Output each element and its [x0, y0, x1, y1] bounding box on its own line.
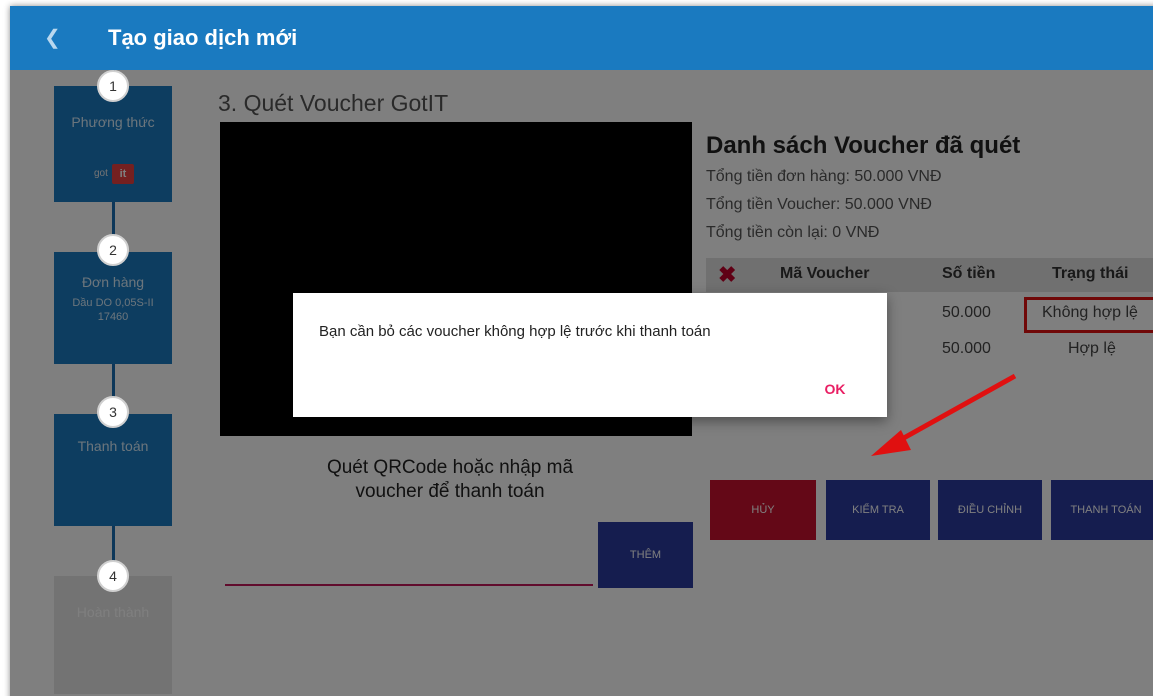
ok-button[interactable]: OK [813, 375, 857, 403]
app-bar: ❮ Tạo giao dịch mới [10, 6, 1153, 70]
alert-dialog: Bạn cần bỏ các voucher không hợp lệ trướ… [293, 293, 887, 417]
main-content: 1 Phương thức got it 2 Đơn hàng Dầu DO 0… [10, 70, 1153, 696]
step-number-3: 3 [97, 396, 129, 428]
chevron-left-icon[interactable]: ❮ [44, 24, 64, 52]
dialog-message: Bạn cần bỏ các voucher không hợp lệ trướ… [319, 323, 711, 340]
step-number-2: 2 [97, 234, 129, 266]
step-number-4: 4 [97, 560, 129, 592]
annotation-arrow-icon [871, 373, 1017, 456]
page-title: Tạo giao dịch mới [108, 25, 298, 50]
screen: ❮ Tạo giao dịch mới 1 Phương thức got it… [0, 0, 1153, 696]
step-number-1: 1 [97, 70, 129, 102]
tablet-screen: ❮ Tạo giao dịch mới 1 Phương thức got it… [10, 6, 1153, 696]
